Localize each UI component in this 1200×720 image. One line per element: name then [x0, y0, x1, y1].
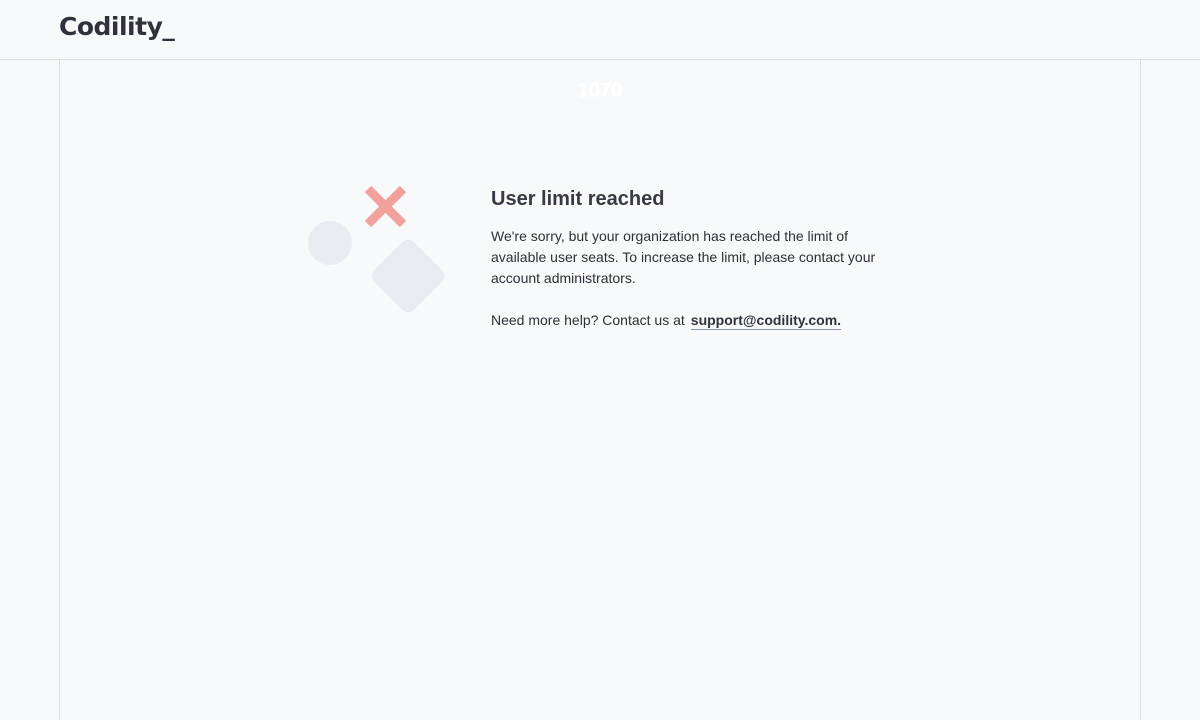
- overlay-number: 1070: [577, 80, 623, 102]
- top-bar: Codility_: [0, 0, 1200, 60]
- help-line: Need more help? Contact us at support@cod…: [491, 310, 891, 331]
- content-frame: [59, 60, 1141, 720]
- diamond-shape: [371, 239, 445, 313]
- cross-icon: [364, 185, 407, 228]
- error-message: We're sorry, but your organization has r…: [491, 228, 876, 286]
- error-title: User limit reached: [491, 188, 665, 210]
- error-illustration-svg: [308, 185, 445, 313]
- support-email-link[interactable]: support@codility.com.: [690, 312, 842, 330]
- error-content: User limit reached We're sorry, but your…: [491, 186, 891, 331]
- help-text: Need more help? Contact us at: [491, 312, 685, 328]
- codility-logo[interactable]: Codility_: [59, 12, 175, 41]
- error-illustration-icon: [300, 180, 460, 330]
- circle-shape: [308, 221, 352, 265]
